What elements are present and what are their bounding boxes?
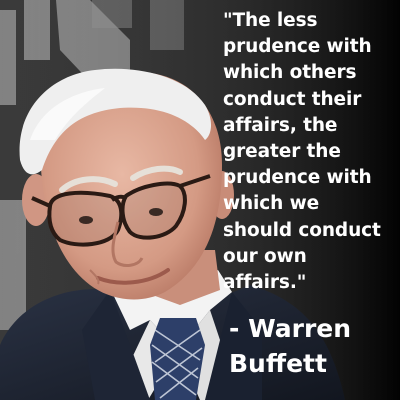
quote-text: "The less prudence with which others con… [223, 8, 395, 296]
tie [150, 318, 205, 400]
quote-line: greater the [223, 141, 341, 163]
quote-line: prudence with [223, 167, 372, 189]
quote-line: should conduct [223, 219, 381, 241]
quote-line: our own [223, 245, 307, 267]
quote-line: affairs." [223, 272, 307, 294]
quote-line: affairs, the [223, 114, 338, 136]
quote-line: conduct their [223, 88, 362, 110]
quote-attribution: - Warren Buffett [229, 311, 394, 381]
attribution-line: Buffett [229, 349, 327, 378]
attribution-line: - Warren [229, 314, 352, 343]
quote-line: "The less [223, 10, 318, 31]
quote-card: "The less prudence with which others con… [0, 0, 400, 400]
quote-line: prudence with [223, 36, 372, 58]
quote-line: which others [223, 62, 357, 84]
quote-line: which we [223, 193, 320, 215]
